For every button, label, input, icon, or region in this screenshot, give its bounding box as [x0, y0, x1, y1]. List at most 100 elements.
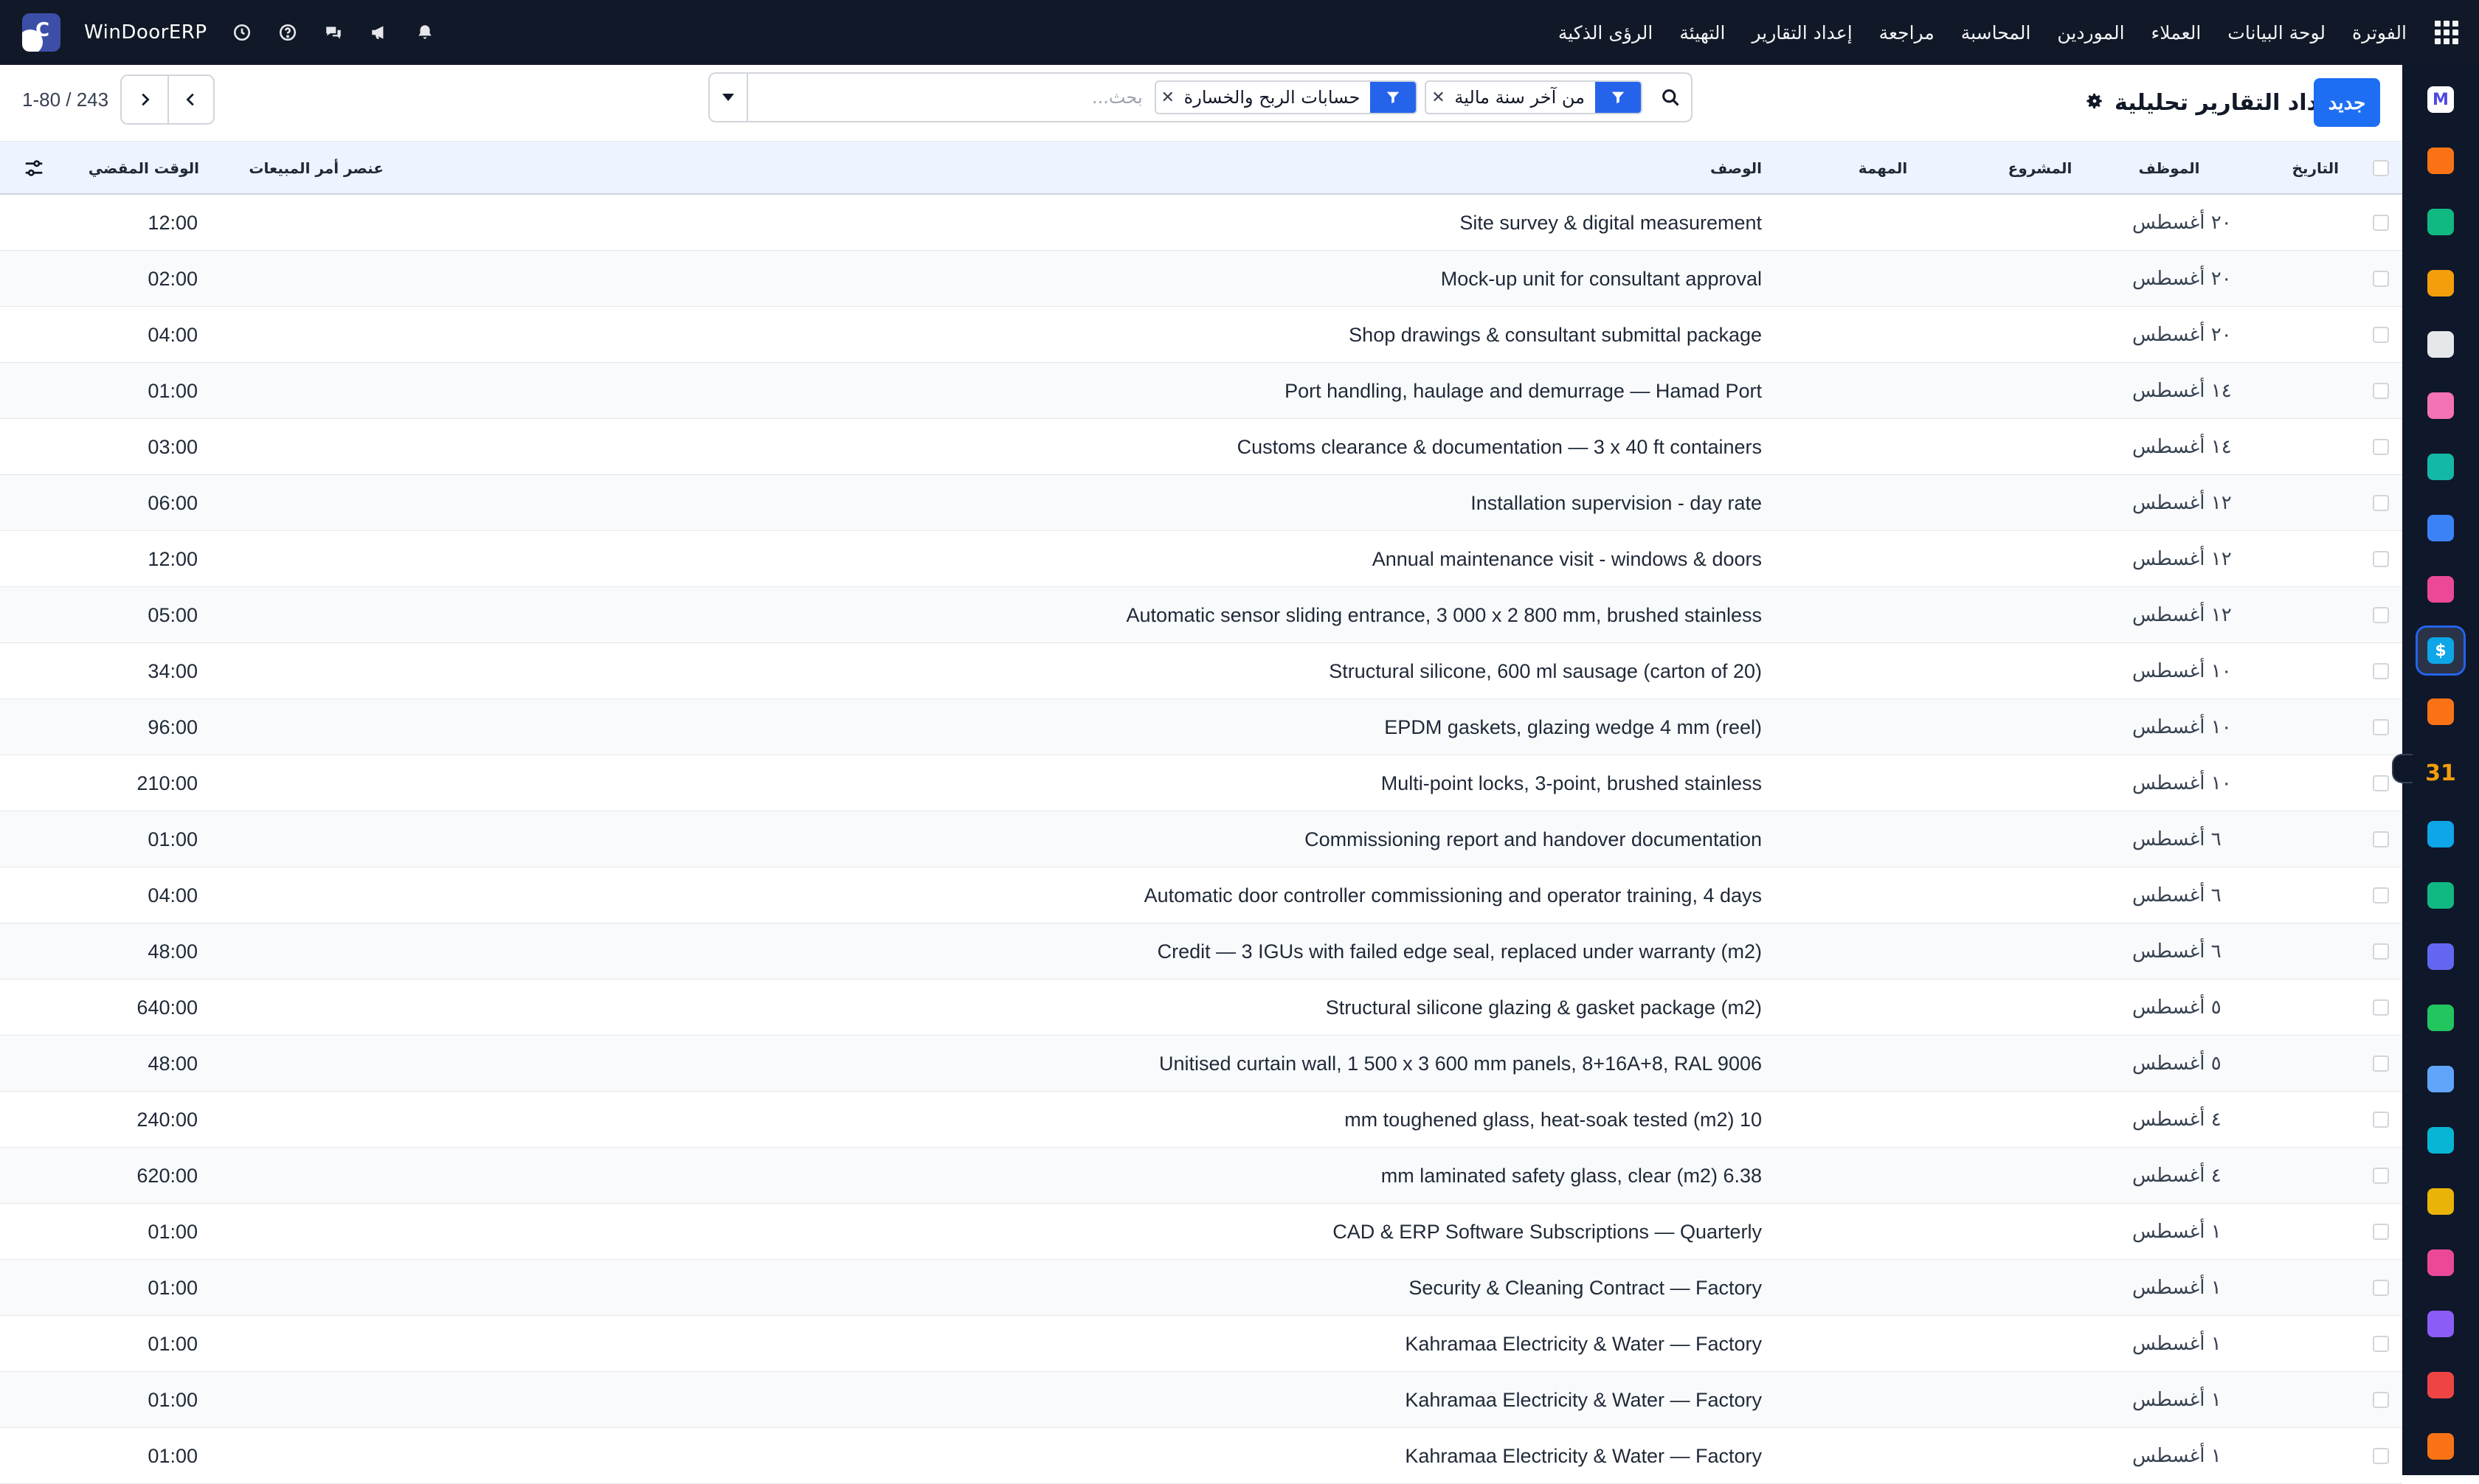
column-header-project[interactable]: المشروع [1992, 142, 2088, 195]
table-row[interactable]: ٢٠ أغسطس Site survey & digital measuremen… [0, 195, 2402, 251]
mail-app-icon[interactable]: M [2418, 77, 2464, 122]
table-row[interactable]: ١ أغسطس CAD & ERP Software Subscriptions … [0, 1204, 2402, 1260]
search-facet-fiscal-year[interactable]: ✕ من آخر سنة مالية [1425, 80, 1642, 114]
table-row[interactable]: ٦ أغسطس Automatic door controller commiss… [0, 867, 2402, 923]
nav-menu-item[interactable]: العملاء [2151, 22, 2202, 44]
table-row[interactable]: ٦ أغسطس Commissioning report and handover… [0, 811, 2402, 867]
table-row[interactable]: ١ أغسطس Kahramaa Electricity & Water — Fa… [0, 1316, 2402, 1372]
nav-menu-item[interactable]: الموردين [2057, 22, 2124, 44]
new-button[interactable]: جديد [2314, 78, 2380, 127]
table-row[interactable]: ٤ أغسطس mm laminated safety glass, clear … [0, 1148, 2402, 1204]
pie-app-icon[interactable] [2418, 1362, 2464, 1408]
help-icon[interactable] [277, 21, 299, 44]
diamond-app-icon[interactable] [2418, 199, 2464, 245]
table-row[interactable]: ١٢ أغسطس Annual maintenance visit - windo… [0, 531, 2402, 587]
table-row[interactable]: ١٢ أغسطس Installation supervision - day r… [0, 475, 2402, 531]
box-app-icon[interactable] [2418, 322, 2464, 367]
dashboard-app-icon[interactable] [2418, 934, 2464, 979]
row-checkbox[interactable] [2370, 699, 2392, 755]
column-header-employee[interactable]: الموظف [2117, 142, 2221, 195]
row-checkbox[interactable] [2370, 195, 2392, 251]
search-facet-pnl[interactable]: ✕ حسابات الربح والخسارة [1154, 80, 1418, 114]
row-checkbox[interactable] [2370, 811, 2392, 867]
check-app-icon[interactable] [2418, 444, 2464, 490]
column-header-date[interactable]: التاريخ [2243, 142, 2339, 195]
sign-app-icon[interactable] [2418, 811, 2464, 857]
table-row[interactable]: ٥ أغسطس Structural silicone glazing & gas… [0, 979, 2402, 1036]
table-row[interactable]: ١٠ أغسطس Structural silicone, 600 ml saus… [0, 643, 2402, 699]
hexagon-app-icon[interactable] [2418, 1301, 2464, 1347]
table-row[interactable]: ١ أغسطس Kahramaa Electricity & Water — Fa… [0, 1372, 2402, 1428]
wave-app-icon[interactable] [2418, 1117, 2464, 1163]
book-app-icon[interactable] [2418, 505, 2464, 551]
row-checkbox[interactable] [2370, 531, 2392, 587]
gear-icon[interactable] [2085, 91, 2104, 114]
table-row[interactable]: ٦ أغسطس Credit — 3 IGUs with failed edge … [0, 923, 2402, 979]
row-checkbox[interactable] [2370, 1372, 2392, 1428]
row-checkbox[interactable] [2370, 475, 2392, 531]
row-checkbox[interactable] [2370, 363, 2392, 419]
nav-menu-item[interactable]: المحاسبة [1961, 22, 2031, 44]
invoice-app-icon[interactable]: $ [2416, 625, 2466, 676]
megaphone-icon[interactable] [368, 21, 390, 44]
table-row[interactable]: ٢٠ أغسطس Mock-up unit for consultant appr… [0, 251, 2402, 307]
row-checkbox[interactable] [2370, 251, 2392, 307]
row-checkbox[interactable] [2370, 587, 2392, 643]
row-checkbox[interactable] [2370, 755, 2392, 811]
nav-menu-item[interactable]: الفوترة [2352, 22, 2407, 44]
settings-app-icon[interactable] [2418, 1424, 2464, 1469]
row-checkbox[interactable] [2370, 979, 2392, 1036]
column-header-task[interactable]: المهمة [1839, 142, 1927, 195]
people-app-icon[interactable] [2418, 689, 2464, 735]
table-row[interactable]: ١ أغسطس Kahramaa Electricity & Water — Fa… [0, 1428, 2402, 1484]
row-checkbox[interactable] [2370, 419, 2392, 475]
row-checkbox[interactable] [2370, 1148, 2392, 1204]
send-app-icon[interactable] [2418, 1179, 2464, 1224]
nav-menu-item[interactable]: لوحة البيانات [2227, 22, 2326, 44]
row-checkbox[interactable] [2370, 1260, 2392, 1316]
timesheet-app-icon[interactable] [2418, 1056, 2464, 1102]
row-checkbox[interactable] [2370, 1036, 2392, 1092]
nav-menu-item[interactable]: إعداد التقارير [1752, 22, 1852, 44]
table-row[interactable]: ٢٠ أغسطس Shop drawings & consultant submi… [0, 307, 2402, 363]
table-row[interactable]: ١ أغسطس Security & Cleaning Contract — Fa… [0, 1260, 2402, 1316]
brand-name[interactable]: WinDoorERP [84, 21, 207, 44]
table-row[interactable]: ٥ أغسطس Unitised curtain wall, 1 500 x 3 … [0, 1036, 2402, 1092]
sidebar-collapse-handle[interactable] [2392, 754, 2413, 783]
photo-app-icon[interactable] [2418, 383, 2464, 429]
chart-app-icon[interactable] [2418, 260, 2464, 306]
whatsapp-app-icon[interactable] [2418, 995, 2464, 1041]
column-header-sales-order-item[interactable]: عنصر أمر المبيعات [249, 142, 384, 195]
table-row[interactable]: ١٠ أغسطس Multi-point locks, 3-point, brus… [0, 755, 2402, 811]
row-checkbox[interactable] [2370, 1316, 2392, 1372]
nav-menu-item[interactable]: الرؤى الذكية [1558, 22, 1653, 44]
row-checkbox[interactable] [2370, 1428, 2392, 1484]
column-header-description[interactable]: الوصف [1653, 142, 1762, 195]
optional-columns-icon[interactable] [19, 142, 49, 195]
chat-app-icon[interactable] [2418, 138, 2464, 184]
row-checkbox[interactable] [2370, 867, 2392, 923]
nav-menu-item[interactable]: التهيئة [1679, 22, 1725, 44]
clock-icon[interactable] [231, 21, 253, 44]
row-checkbox[interactable] [2370, 1204, 2392, 1260]
column-header-time-spent[interactable]: الوقت المقضي [89, 142, 199, 195]
bell-icon[interactable] [414, 21, 436, 44]
pager-previous-button[interactable] [167, 76, 214, 123]
row-checkbox[interactable] [2370, 307, 2392, 363]
close-icon[interactable]: ✕ [1156, 89, 1180, 107]
table-row[interactable]: ١٠ أغسطس EPDM gaskets, glazing wedge 4 mm… [0, 699, 2402, 755]
bank-app-icon[interactable] [2418, 1240, 2464, 1286]
pager-next-button[interactable] [122, 76, 168, 123]
row-checkbox[interactable] [2370, 643, 2392, 699]
contacts-app-icon[interactable] [2418, 873, 2464, 918]
pager-value[interactable]: 1-80 / 243 [22, 89, 108, 111]
table-row[interactable]: ١٢ أغسطس Automatic sensor sliding entranc… [0, 587, 2402, 643]
cube-app-icon[interactable] [2418, 566, 2464, 612]
brand-logo[interactable] [22, 13, 60, 52]
select-all-checkbox[interactable] [2370, 142, 2392, 195]
table-row[interactable]: ١٤ أغسطس Customs clearance & documentatio… [0, 419, 2402, 475]
search-options-toggle[interactable] [710, 74, 748, 121]
nav-menu-item[interactable]: مراجعة [1879, 22, 1935, 44]
table-row[interactable]: ١٤ أغسطس Port handling, haulage and demur… [0, 363, 2402, 419]
apps-grid-icon[interactable] [2433, 19, 2460, 46]
